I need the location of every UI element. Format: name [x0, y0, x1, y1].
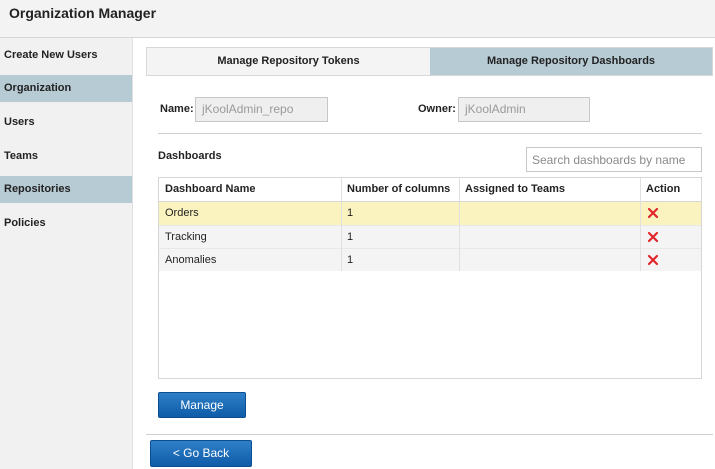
dashboard-name-cell: Anomalies [165, 254, 217, 266]
number-of-columns-cell: 1 [347, 231, 354, 243]
column-divider [640, 178, 641, 271]
tab-bar: Manage Repository Tokens Manage Reposito… [146, 47, 713, 76]
name-label: Name: [160, 103, 194, 115]
column-header-assigned-to-teams[interactable]: Assigned to Teams [459, 178, 640, 202]
search-dashboards-input[interactable] [526, 147, 702, 172]
table-row[interactable]: Tracking 1 [159, 225, 701, 248]
dashboards-section-title: Dashboards [158, 150, 222, 162]
owner-label: Owner: [418, 103, 456, 115]
close-x-icon[interactable] [647, 254, 659, 266]
column-header-action[interactable]: Action [640, 178, 701, 202]
table-row[interactable]: Anomalies 1 [159, 248, 701, 271]
column-header-dashboard-name[interactable]: Dashboard Name [159, 178, 341, 202]
table-row[interactable]: Orders 1 [159, 202, 701, 225]
dashboard-name-cell: Orders [165, 207, 199, 219]
dashboards-table: Dashboard Name Number of columns Assigne… [158, 177, 702, 379]
app-title: Organization Manager [9, 5, 157, 21]
sidebar-item-repositories[interactable]: Repositories [0, 176, 132, 203]
title-bar: Organization Manager [0, 0, 715, 38]
column-divider [459, 178, 460, 271]
go-back-button[interactable]: < Go Back [150, 440, 252, 467]
sidebar-item-users[interactable]: Users [0, 109, 132, 136]
number-of-columns-cell: 1 [347, 207, 354, 219]
close-x-icon[interactable] [647, 207, 659, 219]
column-header-number-of-columns[interactable]: Number of columns [341, 178, 459, 202]
sidebar-item-policies[interactable]: Policies [0, 210, 132, 237]
sidebar-item-organization[interactable]: Organization [0, 75, 132, 102]
owner-field[interactable]: jKoolAdmin [458, 97, 590, 122]
name-field[interactable]: jKoolAdmin_repo [195, 97, 328, 122]
sidebar: Create New Users Organization Users Team… [0, 38, 133, 469]
column-divider [341, 178, 342, 271]
tab-manage-repository-dashboards[interactable]: Manage Repository Dashboards [430, 48, 712, 75]
divider [158, 133, 702, 134]
manage-button[interactable]: Manage [158, 392, 246, 418]
sidebar-item-teams[interactable]: Teams [0, 143, 132, 170]
dashboard-name-cell: Tracking [165, 231, 207, 243]
number-of-columns-cell: 1 [347, 254, 354, 266]
close-x-icon[interactable] [647, 231, 659, 243]
tab-manage-repository-tokens[interactable]: Manage Repository Tokens [147, 48, 430, 75]
divider [146, 434, 713, 435]
sidebar-item-create-new-users[interactable]: Create New Users [0, 42, 132, 69]
